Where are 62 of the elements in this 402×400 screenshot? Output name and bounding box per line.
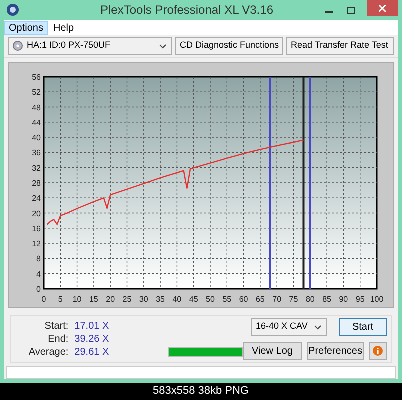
x-tick-label: 80 (306, 295, 315, 304)
x-tick-label: 10 (72, 295, 82, 304)
y-tick-label: 20 (32, 209, 41, 218)
y-tick-label: 4 (36, 270, 41, 279)
test-select[interactable]: Read Transfer Rate Test (286, 37, 394, 55)
menu-item[interactable]: Help (48, 20, 80, 34)
result-label: Average: (28, 346, 69, 358)
result-label: Start: (44, 320, 69, 332)
x-tick-label: 65 (256, 295, 265, 304)
image-caption: 583x558 38kb PNG (152, 384, 249, 400)
close-icon (379, 4, 386, 12)
x-tick-label: 25 (122, 295, 132, 304)
x-tick-label: 75 (289, 295, 298, 304)
close-button[interactable] (367, 0, 398, 16)
x-tick-label: 35 (156, 295, 165, 304)
x-tick-label: 100 (370, 295, 384, 304)
view-log-button[interactable]: View Log (243, 342, 302, 360)
info-button[interactable] (369, 342, 387, 360)
y-tick-label: 16 (32, 224, 41, 234)
result-value: 17.01 X (74, 320, 110, 332)
x-tick-label: 55 (222, 295, 232, 304)
x-tick-label: 50 (206, 295, 215, 304)
x-tick-label: 30 (139, 295, 148, 304)
maximize-icon[interactable] (347, 6, 355, 14)
y-tick-label: 28 (32, 179, 41, 188)
drive-select[interactable]: HA:1 ID:0 PX-750UF (8, 37, 172, 55)
x-tick-label: 20 (106, 295, 116, 304)
function-select[interactable]: CD Diagnostic Functions (175, 37, 283, 55)
y-tick-label: 36 (32, 148, 41, 158)
caret-icon (159, 44, 167, 48)
x-tick-label: 5 (58, 295, 63, 304)
x-tick-label: 90 (339, 295, 348, 304)
y-tick-label: 0 (36, 285, 41, 294)
disc-icon (13, 41, 23, 51)
x-tick-label: 95 (356, 295, 365, 304)
speed-select[interactable]: 16-40 X CAV (251, 318, 327, 336)
y-tick-label: 48 (32, 103, 41, 112)
x-tick-label: 0 (42, 295, 46, 304)
y-tick-label: 52 (32, 88, 41, 98)
caret-icon (314, 324, 322, 330)
window-title: PlexTools Professional XL V3.16 (100, 2, 274, 19)
preferences-button[interactable]: Preferences (307, 342, 364, 360)
x-tick-label: 60 (239, 295, 248, 304)
app-icon (7, 4, 19, 16)
y-tick-label: 12 (32, 240, 41, 249)
y-tick-label: 44 (32, 118, 41, 128)
x-tick-label: 15 (90, 295, 98, 304)
x-tick-label: 70 (272, 295, 282, 304)
y-tick-label: 32 (32, 164, 41, 173)
result-value: 29.61 X (74, 346, 110, 358)
x-tick-label: 40 (172, 295, 182, 304)
y-tick-label: 56 (32, 73, 41, 82)
info-icon (373, 346, 383, 356)
result-label: End: (47, 332, 69, 346)
y-tick-label: 8 (36, 254, 41, 264)
menu-item[interactable]: Options (4, 20, 48, 34)
result-value: 39.26 X (74, 332, 110, 346)
y-tick-label: 24 (32, 194, 41, 204)
start-button[interactable]: Start (339, 318, 387, 336)
x-tick-label: 85 (322, 295, 332, 304)
y-tick-label: 40 (32, 134, 41, 143)
x-tick-label: 45 (189, 295, 198, 304)
